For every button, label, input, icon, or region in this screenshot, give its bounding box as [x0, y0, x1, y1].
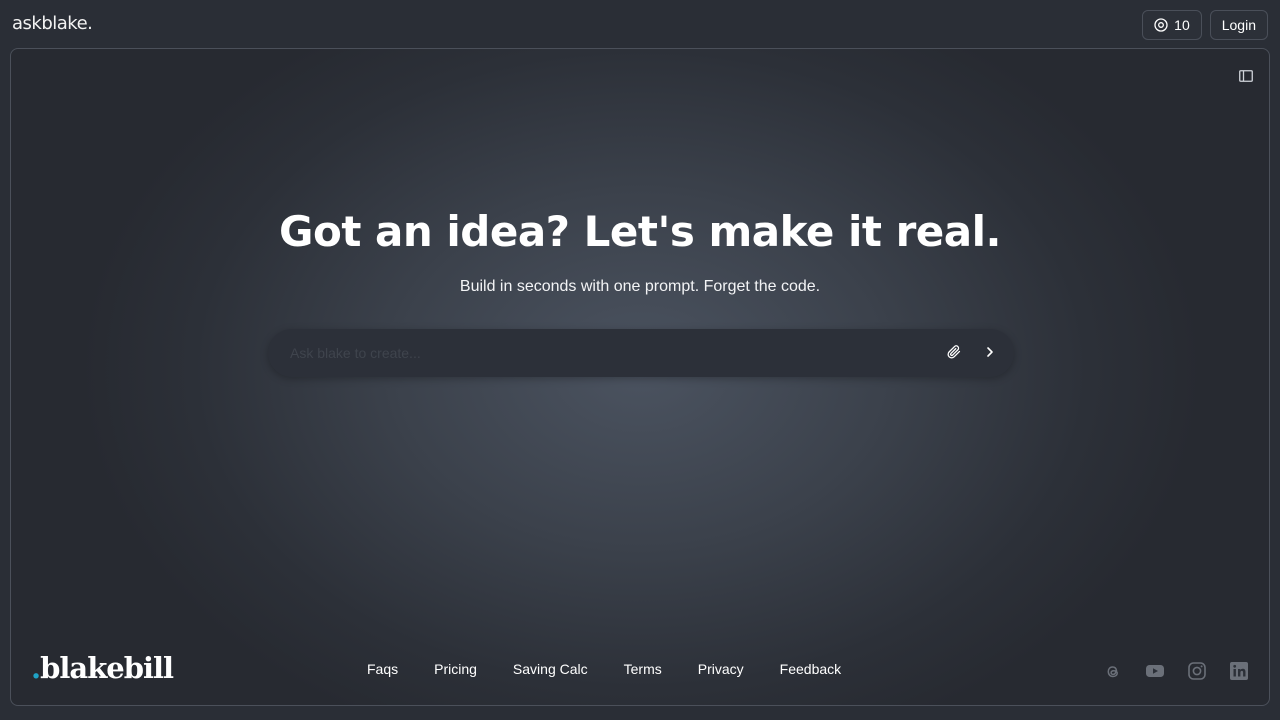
paperclip-icon: [947, 344, 961, 362]
footer-link-feedback[interactable]: Feedback: [780, 661, 841, 677]
footer-logo-dot: .: [31, 651, 41, 685]
social-links: [1103, 661, 1249, 681]
prompt-input[interactable]: [268, 329, 938, 377]
footer-link-faqs[interactable]: Faqs: [367, 661, 398, 677]
brand-logo[interactable]: askblake.: [12, 13, 93, 34]
footer-link-pricing[interactable]: Pricing: [434, 661, 477, 677]
credits-button[interactable]: 10: [1142, 10, 1202, 40]
footer-logo[interactable]: .blakebill: [31, 651, 174, 685]
footer-link-terms[interactable]: Terms: [624, 661, 662, 677]
credits-count: 10: [1174, 17, 1190, 33]
send-button[interactable]: [974, 337, 1006, 369]
footer-link-saving-calc[interactable]: Saving Calc: [513, 661, 588, 677]
youtube-icon[interactable]: [1145, 661, 1165, 681]
instagram-icon[interactable]: [1187, 661, 1207, 681]
footer-logo-text: blakebill: [40, 651, 174, 685]
threads-icon[interactable]: [1103, 661, 1123, 681]
top-bar: askblake. 10 Login: [0, 0, 1280, 48]
hero-title: Got an idea? Let's make it real.: [279, 207, 1001, 256]
footer: .blakebill Faqs Pricing Saving Calc Term…: [11, 645, 1269, 705]
attach-button[interactable]: [938, 337, 970, 369]
main-panel: Got an idea? Let's make it real. Build i…: [10, 48, 1270, 706]
hero-subtitle: Build in seconds with one prompt. Forget…: [459, 278, 821, 295]
footer-links: Faqs Pricing Saving Calc Terms Privacy F…: [367, 661, 841, 677]
prompt-box: [268, 329, 1014, 377]
linkedin-icon[interactable]: [1229, 661, 1249, 681]
footer-link-privacy[interactable]: Privacy: [698, 661, 744, 677]
sidebar-toggle-icon[interactable]: [1239, 69, 1255, 83]
credits-icon: [1154, 18, 1168, 32]
chevron-right-icon: [984, 346, 996, 361]
login-button[interactable]: Login: [1209, 10, 1268, 40]
top-actions: 10 Login: [1142, 10, 1268, 40]
